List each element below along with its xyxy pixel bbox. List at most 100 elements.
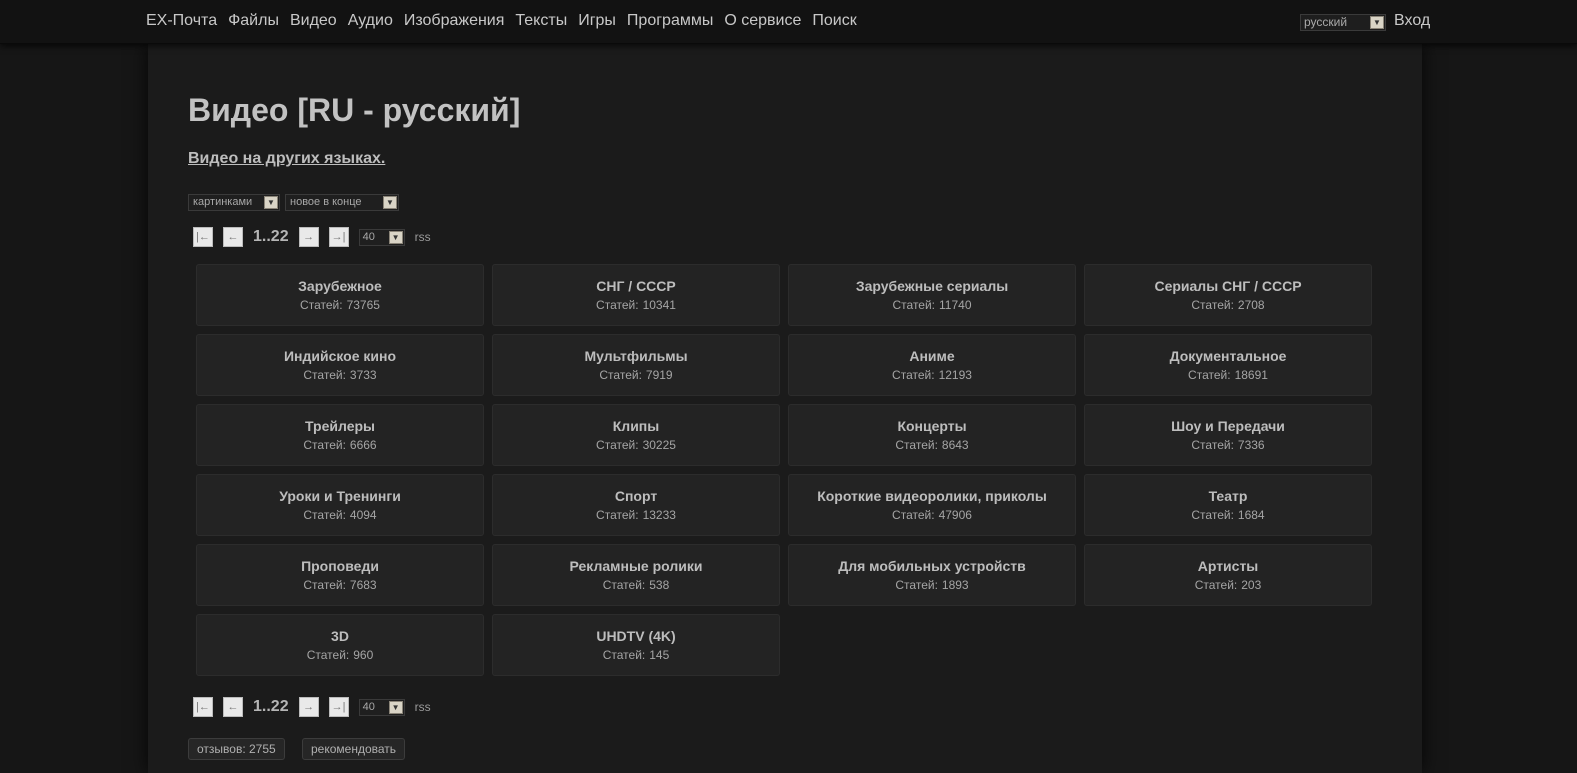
prev-page-icon[interactable]: ←	[223, 697, 243, 717]
category-title: Трейлеры	[305, 418, 375, 434]
category-title: Концерты	[897, 418, 967, 434]
category-card[interactable]: СНГ / СССР Статей: 10341	[492, 264, 780, 326]
category-title: Мультфильмы	[584, 348, 688, 364]
chevron-down-icon: ▼	[388, 230, 403, 244]
nav-programs[interactable]: Программы	[627, 12, 713, 30]
category-title: Уроки и Тренинги	[279, 488, 401, 504]
nav-logo-mail[interactable]: EX-Почта	[146, 12, 217, 30]
category-card[interactable]: Концерты Статей: 8643	[788, 404, 1076, 466]
category-card[interactable]: Короткие видеоролики, приколы Статей: 4790…	[788, 474, 1076, 536]
category-count-row: Статей: 47906	[789, 508, 1075, 522]
category-title: Документальное	[1169, 348, 1287, 364]
category-count: 7683	[349, 578, 377, 592]
category-title: Для мобильных устройств	[838, 558, 1026, 574]
rss-link[interactable]: rss	[415, 700, 431, 714]
page-title: Видео [RU - русский]	[188, 92, 521, 128]
reviews-button[interactable]: отзывов: 2755	[188, 738, 285, 760]
category-card[interactable]: Аниме Статей: 12193	[788, 334, 1076, 396]
category-count-label: Статей:	[303, 438, 346, 452]
category-card[interactable]: Клипы Статей: 30225	[492, 404, 780, 466]
category-card[interactable]: Сериалы СНГ / СССР Статей: 2708	[1084, 264, 1372, 326]
view-mode-select[interactable]: картинками ▼	[188, 194, 280, 211]
category-count-row: Статей: 3733	[197, 368, 483, 382]
per-page-select[interactable]: 40 ▼	[358, 228, 405, 246]
last-page-icon[interactable]: →|	[328, 227, 349, 247]
nav-about[interactable]: О сервисе	[724, 12, 801, 30]
category-title: Клипы	[612, 418, 660, 434]
sort-order-select[interactable]: новое в конце ▼	[285, 194, 399, 211]
category-count-row: Статей: 960	[197, 648, 483, 662]
nav-video[interactable]: Видео	[290, 12, 337, 30]
language-value: русский	[1304, 15, 1348, 29]
first-page-icon[interactable]: |←	[193, 697, 213, 717]
category-count: 1684	[1237, 508, 1265, 522]
page-range[interactable]: 1..22	[253, 698, 289, 716]
login-link[interactable]: Вход	[1394, 12, 1430, 30]
category-card[interactable]: Для мобильных устройств Статей: 1893	[788, 544, 1076, 606]
category-card[interactable]: Проповеди Статей: 7683	[196, 544, 484, 606]
category-title: СНГ / СССР	[596, 278, 676, 294]
rss-link[interactable]: rss	[415, 230, 431, 244]
next-page-icon[interactable]: →	[298, 697, 319, 717]
category-count-label: Статей:	[303, 508, 346, 522]
category-count-label: Статей:	[1194, 578, 1238, 592]
category-card[interactable]: UHDTV (4K) Статей: 145	[492, 614, 780, 676]
other-languages-link[interactable]: Видео на других языках.	[188, 150, 385, 168]
nav-files[interactable]: Файлы	[228, 12, 279, 30]
first-page-icon[interactable]: |←	[193, 227, 213, 247]
category-count-label: Статей:	[596, 508, 639, 522]
category-card[interactable]: Мультфильмы Статей: 7919	[492, 334, 780, 396]
category-card[interactable]: Индийское кино Статей: 3733	[196, 334, 484, 396]
category-count: 73765	[346, 298, 380, 312]
category-card[interactable]: Трейлеры Статей: 6666	[196, 404, 484, 466]
nav-texts[interactable]: Тексты	[515, 12, 567, 30]
category-count-row: Статей: 7683	[197, 578, 483, 592]
category-title: Зарубежное	[298, 278, 382, 294]
category-count-row: Статей: 1684	[1085, 508, 1371, 522]
per-page-select[interactable]: 40 ▼	[358, 698, 405, 716]
category-count-label: Статей:	[300, 298, 343, 312]
category-count-label: Статей:	[1188, 368, 1231, 382]
category-count: 8643	[941, 438, 969, 452]
category-card[interactable]: Спорт Статей: 13233	[492, 474, 780, 536]
category-count-row: Статей: 30225	[493, 438, 779, 452]
category-card[interactable]: Зарубежное Статей: 73765	[196, 264, 484, 326]
last-page-icon[interactable]: →|	[328, 697, 349, 717]
category-card[interactable]: Документальное Статей: 18691	[1084, 334, 1372, 396]
category-card[interactable]: Уроки и Тренинги Статей: 4094	[196, 474, 484, 536]
category-title: Аниме	[909, 348, 955, 364]
category-title: Театр	[1208, 488, 1248, 504]
nav-images[interactable]: Изображения	[404, 12, 505, 30]
category-count: 7336	[1237, 438, 1265, 452]
category-card[interactable]: Артисты Статей: 203	[1084, 544, 1372, 606]
category-card[interactable]: Рекламные ролики Статей: 538	[492, 544, 780, 606]
category-count: 960	[353, 648, 374, 662]
category-card[interactable]: 3D Статей: 960	[196, 614, 484, 676]
category-count: 6666	[349, 438, 377, 452]
category-count: 18691	[1234, 368, 1268, 382]
language-select[interactable]: русский ▼	[1300, 14, 1386, 31]
category-card[interactable]: Шоу и Передачи Статей: 7336	[1084, 404, 1372, 466]
category-count-label: Статей:	[596, 298, 639, 312]
recommend-button[interactable]: рекомендовать	[302, 738, 406, 760]
nav-audio[interactable]: Аудио	[348, 12, 393, 30]
category-card[interactable]: Зарубежные сериалы Статей: 11740	[788, 264, 1076, 326]
content-panel: Видео [RU - русский] Видео на других язы…	[148, 44, 1422, 773]
category-count: 1893	[941, 578, 969, 592]
page-range[interactable]: 1..22	[253, 228, 289, 246]
chevron-down-icon: ▼	[264, 196, 278, 209]
category-count-label: Статей:	[892, 508, 935, 522]
category-count-label: Статей:	[596, 438, 639, 452]
nav-search[interactable]: Поиск	[812, 12, 856, 30]
category-title: Артисты	[1197, 558, 1259, 574]
category-count-label: Статей:	[1191, 298, 1234, 312]
category-count: 7919	[645, 368, 673, 382]
category-title: UHDTV (4K)	[596, 628, 676, 644]
category-title: Рекламные ролики	[569, 558, 703, 574]
prev-page-icon[interactable]: ←	[223, 227, 243, 247]
nav-games[interactable]: Игры	[578, 12, 616, 30]
category-count-row: Статей: 145	[493, 648, 779, 662]
next-page-icon[interactable]: →	[298, 227, 319, 247]
category-count: 203	[1241, 578, 1262, 592]
category-card[interactable]: Театр Статей: 1684	[1084, 474, 1372, 536]
